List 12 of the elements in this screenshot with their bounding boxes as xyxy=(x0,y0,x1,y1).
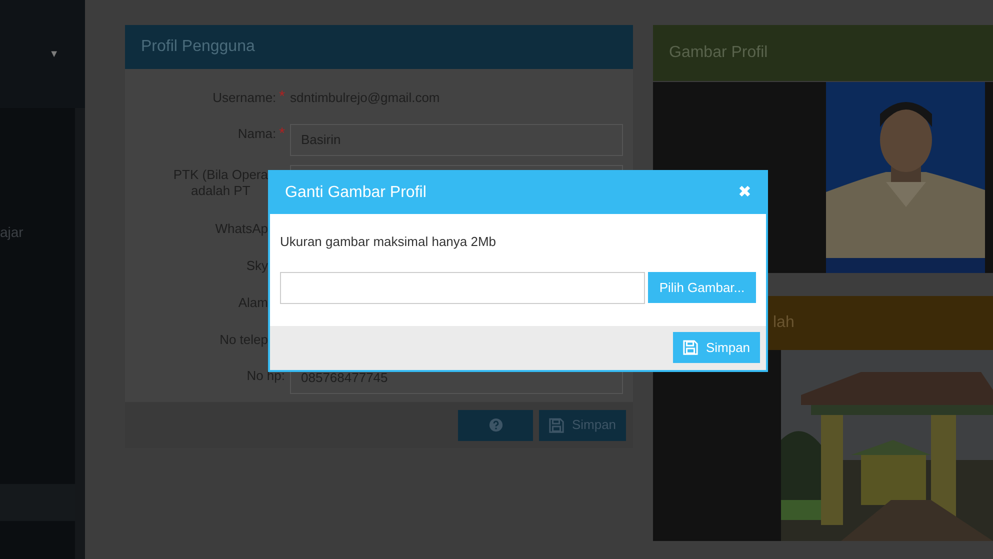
close-button[interactable]: ✖ xyxy=(738,185,751,201)
dialog-title: Ganti Gambar Profil xyxy=(285,183,426,203)
file-input-field[interactable] xyxy=(280,272,645,304)
choose-image-button[interactable]: Pilih Gambar... xyxy=(648,272,756,303)
required-mark: * xyxy=(279,87,285,108)
required-mark: * xyxy=(279,124,285,144)
dropdown-caret-icon[interactable]: ▼ xyxy=(49,46,59,62)
dialog-message: Ukuran gambar maksimal hanya 2Mb xyxy=(280,233,498,251)
save-button[interactable]: Simpan xyxy=(673,332,760,363)
card-title: Profil Pengguna xyxy=(141,37,255,57)
help-button[interactable] xyxy=(458,410,533,440)
question-icon xyxy=(488,418,502,432)
